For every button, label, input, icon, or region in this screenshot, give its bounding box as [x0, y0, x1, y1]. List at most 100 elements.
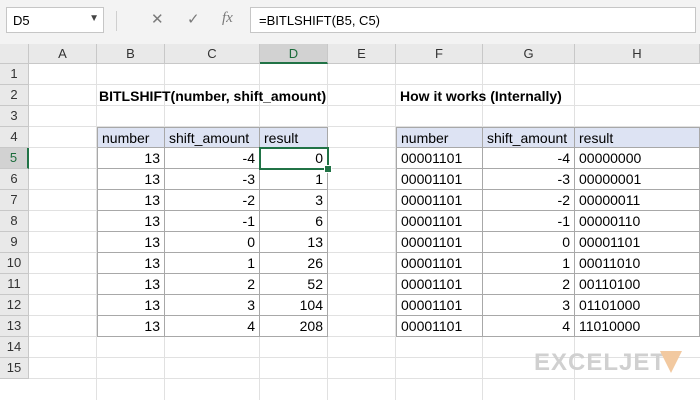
right-table-cell[interactable]: 3 — [483, 295, 575, 316]
right-table-header-result[interactable]: result — [575, 127, 700, 148]
fill-handle[interactable] — [324, 165, 332, 173]
right-table-cell[interactable]: 00001101 — [396, 232, 483, 253]
left-table-cell[interactable]: 13 — [97, 148, 165, 169]
left-table-cell[interactable]: 1 — [260, 169, 328, 190]
left-table-cell[interactable]: 52 — [260, 274, 328, 295]
grid-hline — [29, 84, 700, 85]
right-table-header-shift-amount[interactable]: shift_amount — [483, 127, 575, 148]
row-header-3[interactable]: 3 — [0, 106, 29, 127]
active-cell-selection[interactable] — [259, 147, 329, 170]
left-table-cell[interactable]: 13 — [97, 295, 165, 316]
column-header-d[interactable]: D — [260, 44, 328, 64]
left-table-cell[interactable]: -2 — [165, 190, 260, 211]
left-table-cell[interactable]: 2 — [165, 274, 260, 295]
right-table-cell[interactable]: 00001101 — [396, 253, 483, 274]
right-table-cell[interactable]: 01101000 — [575, 295, 700, 316]
left-table-cell[interactable]: 13 — [260, 232, 328, 253]
name-box[interactable]: D5 ▼ — [6, 7, 104, 33]
row-header-12[interactable]: 12 — [0, 295, 29, 316]
left-table-cell[interactable]: 4 — [165, 316, 260, 337]
left-table-cell[interactable]: -1 — [165, 211, 260, 232]
exceljet-logo: EXCELJET — [534, 349, 667, 376]
right-table-cell[interactable]: 2 — [483, 274, 575, 295]
left-table-cell[interactable]: -3 — [165, 169, 260, 190]
right-table-cell[interactable]: 4 — [483, 316, 575, 337]
row-header-15[interactable]: 15 — [0, 358, 29, 379]
right-table-cell[interactable]: 00001101 — [396, 295, 483, 316]
left-table-cell[interactable]: 3 — [260, 190, 328, 211]
left-table-cell[interactable]: 13 — [97, 190, 165, 211]
column-header-c[interactable]: C — [165, 44, 260, 64]
right-table-cell[interactable]: 00001101 — [396, 148, 483, 169]
right-table-header-number[interactable]: number — [396, 127, 483, 148]
left-table-cell[interactable]: 13 — [97, 253, 165, 274]
right-table-cell[interactable]: 00000000 — [575, 148, 700, 169]
right-table-cell[interactable]: -4 — [483, 148, 575, 169]
right-table-cell[interactable]: 00001101 — [396, 190, 483, 211]
right-table-cell[interactable]: 00110100 — [575, 274, 700, 295]
right-table-cell[interactable]: -2 — [483, 190, 575, 211]
right-table-cell[interactable]: 00000011 — [575, 190, 700, 211]
left-table-cell[interactable]: 6 — [260, 211, 328, 232]
left-table-cell[interactable]: 26 — [260, 253, 328, 274]
worksheet-grid[interactable]: ABCDEFGH 1 2 3 4 5 6 7 8 9 10 11 12 13 14 15 BITLSHIFT… — [0, 44, 700, 400]
formula-bar: D5 ▼ ✕ ✓ fx =BITLSHIFT(B5, C5) — [0, 0, 700, 44]
function-icon[interactable]: fx — [222, 10, 233, 27]
left-table-header-shift-amount[interactable]: shift_amount — [165, 127, 260, 148]
right-table-cell[interactable]: 00000110 — [575, 211, 700, 232]
left-table-cell[interactable]: 3 — [165, 295, 260, 316]
cancel-icon[interactable]: ✕ — [151, 10, 164, 28]
column-header-f[interactable]: F — [396, 44, 483, 64]
right-table-cell[interactable]: 00001101 — [396, 211, 483, 232]
row-header-11[interactable]: 11 — [0, 274, 29, 295]
column-header-a[interactable]: A — [29, 44, 97, 64]
row-header-4[interactable]: 4 — [0, 127, 29, 148]
logo-mark-icon — [660, 351, 682, 373]
right-heading[interactable]: How it works (Internally) — [396, 86, 566, 107]
right-table-cell[interactable]: -3 — [483, 169, 575, 190]
left-table-cell[interactable]: 13 — [97, 211, 165, 232]
right-table-cell[interactable]: 00000001 — [575, 169, 700, 190]
left-table-cell[interactable]: 104 — [260, 295, 328, 316]
right-table-cell[interactable]: 00001101 — [396, 169, 483, 190]
right-table-cell[interactable]: 00001101 — [396, 316, 483, 337]
row-header-2[interactable]: 2 — [0, 85, 29, 106]
select-all-corner[interactable] — [0, 44, 29, 64]
row-header-5[interactable]: 5 — [0, 148, 29, 169]
left-table-header-result[interactable]: result — [260, 127, 328, 148]
row-header-14[interactable]: 14 — [0, 337, 29, 358]
right-table-cell[interactable]: 00001101 — [396, 274, 483, 295]
row-header-9[interactable]: 9 — [0, 232, 29, 253]
right-table-cell[interactable]: 0 — [483, 232, 575, 253]
left-table-cell[interactable]: 13 — [97, 274, 165, 295]
left-table-cell[interactable]: 13 — [97, 169, 165, 190]
left-table-cell[interactable]: 13 — [97, 316, 165, 337]
column-header-e[interactable]: E — [328, 44, 396, 64]
left-heading[interactable]: BITLSHIFT(number, shift_amount) — [95, 86, 330, 107]
row-header-1[interactable]: 1 — [0, 64, 29, 85]
name-box-value: D5 — [13, 13, 30, 28]
row-header-10[interactable]: 10 — [0, 253, 29, 274]
right-table-cell[interactable]: -1 — [483, 211, 575, 232]
left-table-cell[interactable]: 1 — [165, 253, 260, 274]
right-table-cell[interactable]: 11010000 — [575, 316, 700, 337]
left-table-cell[interactable]: 208 — [260, 316, 328, 337]
right-table-cell[interactable]: 00001101 — [575, 232, 700, 253]
row-header-8[interactable]: 8 — [0, 211, 29, 232]
row-header-7[interactable]: 7 — [0, 190, 29, 211]
right-table-cell[interactable]: 00011010 — [575, 253, 700, 274]
left-table-cell[interactable]: -4 — [165, 148, 260, 169]
column-header-h[interactable]: H — [575, 44, 700, 64]
row-header-6[interactable]: 6 — [0, 169, 29, 190]
chevron-down-icon[interactable]: ▼ — [89, 13, 99, 24]
left-table-cell[interactable]: 0 — [165, 232, 260, 253]
row-header-13[interactable]: 13 — [0, 316, 29, 337]
column-header-g[interactable]: G — [483, 44, 575, 64]
enter-icon[interactable]: ✓ — [187, 10, 200, 28]
column-header-b[interactable]: B — [97, 44, 165, 64]
left-table-cell[interactable]: 13 — [97, 232, 165, 253]
formula-text: =BITLSHIFT(B5, C5) — [259, 13, 380, 28]
left-table-header-number[interactable]: number — [97, 127, 165, 148]
right-table-cell[interactable]: 1 — [483, 253, 575, 274]
formula-input[interactable]: =BITLSHIFT(B5, C5) — [250, 7, 696, 33]
